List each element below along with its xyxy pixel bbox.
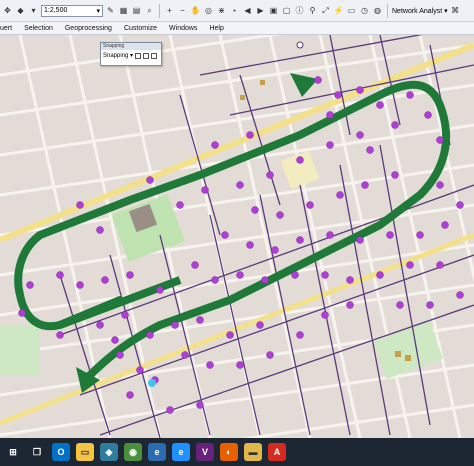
outlook-icon[interactable]: O [52,443,70,461]
windows-start-icon[interactable]: ⊞ [4,443,22,461]
editor-icon[interactable]: ✎ [105,4,116,17]
street-grid [0,35,474,438]
pan-icon[interactable]: ✥ [2,4,13,17]
menu-item-selection[interactable]: Selection [24,25,53,32]
selected-stop [148,379,156,387]
chevron-down-icon: ▾ [96,7,100,15]
table-icon[interactable]: ▦ [118,4,129,17]
menu-item-help[interactable]: Help [209,25,223,32]
menu-bar: uert Selection Geoprocessing Customize W… [0,22,474,35]
fixed-zoom-out-icon[interactable]: ⋆ [229,4,240,17]
chrome-icon[interactable]: ◉ [124,443,142,461]
firefox-icon[interactable]: ◐ [220,443,238,461]
park [0,325,40,375]
full-extent-icon[interactable]: ◎ [203,4,214,17]
visual-studio-icon[interactable]: V [196,443,214,461]
time-slider-icon[interactable]: ◷ [359,4,370,17]
ie-icon[interactable]: e [172,443,190,461]
identify-icon[interactable]: ⓘ [294,4,305,17]
acrobat-icon[interactable]: A [268,443,286,461]
task-view-icon[interactable]: ❐ [28,443,46,461]
html-popup-icon[interactable]: ▭ [346,4,357,17]
map-canvas[interactable] [0,35,474,438]
globe-icon[interactable]: ◍ [372,4,383,17]
vertex-snap-icon[interactable] [151,52,158,59]
find-icon[interactable]: ⚲ [307,4,318,17]
hyperlink-icon[interactable]: ⚡ [333,4,344,17]
network-icon[interactable]: ⌘ [450,4,461,17]
route-arrow-icon [290,73,318,97]
separator [387,3,388,18]
snapping-toolbar: Snapping Snapping ▾ [100,42,162,66]
select-icon[interactable]: ▣ [268,4,279,17]
windows-taskbar: ⊞ ❐ O ▭ ◈ ◉ e e V ◐ ▬ A [0,438,474,466]
scale-value: 1:2,500 [44,7,68,14]
zoom-in-icon[interactable]: + [164,4,175,17]
network-analyst-dropdown[interactable]: Network Analyst ▾ [392,7,448,15]
menu-item-geoprocessing[interactable]: Geoprocessing [65,25,112,32]
menu-item-customize[interactable]: Customize [124,25,157,32]
arcgis-icon[interactable]: ◈ [100,443,118,461]
forward-icon[interactable]: ▶ [255,4,266,17]
folder-icon[interactable]: ▬ [244,443,262,461]
dropdown-icon[interactable]: ▾ [28,4,39,17]
search-icon[interactable]: ⌕ [144,4,155,17]
point-snap-icon[interactable] [135,52,142,59]
zoom-out-icon[interactable]: − [177,4,188,17]
snapping-title: Snapping [101,43,161,50]
snapping-dropdown[interactable]: Snapping ▾ [103,52,133,59]
fixed-zoom-in-icon[interactable]: ⋇ [216,4,227,17]
separator [159,3,160,18]
measure-icon[interactable]: ⤢ [320,4,331,17]
standard-toolbar: ✥ ◆ ▾ 1:2,500 ▾ ✎ ▦ ▤ ⌕ + − ✋ ◎ ⋇ ⋆ ◀ ▶ … [0,0,474,22]
map-view[interactable]: Snapping Snapping ▾ [0,35,474,438]
clear-select-icon[interactable]: ▢ [281,4,292,17]
back-icon[interactable]: ◀ [242,4,253,17]
menu-item-windows[interactable]: Windows [169,25,197,32]
hand-pan-icon[interactable]: ✋ [190,4,201,17]
end-snap-icon[interactable] [143,52,150,59]
menu-item-insert[interactable]: uert [0,25,12,32]
edge-icon[interactable]: e [148,443,166,461]
file-explorer-icon[interactable]: ▭ [76,443,94,461]
catalog-icon[interactable]: ▤ [131,4,142,17]
add-data-icon[interactable]: ◆ [15,4,26,17]
scale-combobox[interactable]: 1:2,500 ▾ [41,4,103,17]
map-marker-icon [296,41,304,49]
